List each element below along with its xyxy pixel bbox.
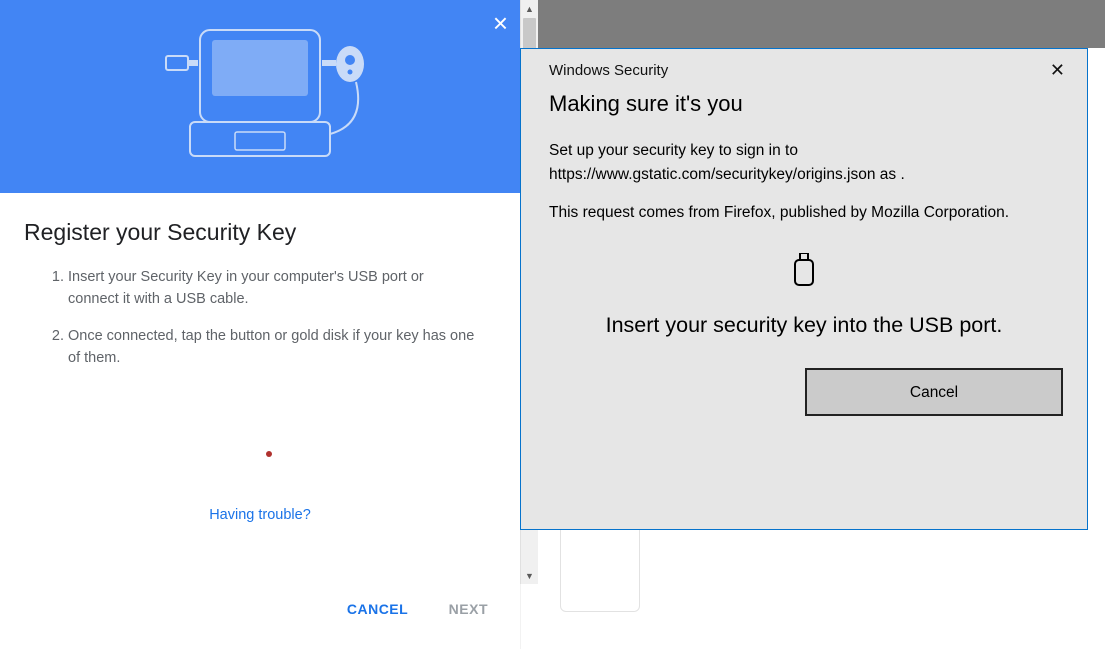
scrollbar-down-icon[interactable]: ▼ bbox=[521, 567, 538, 584]
windows-security-prompt: Insert your security key into the USB po… bbox=[521, 292, 1087, 340]
instruction-list: Insert your Security Key in your compute… bbox=[24, 266, 496, 370]
instruction-step-1: Insert your Security Key in your compute… bbox=[68, 266, 478, 311]
windows-security-heading: Making sure it's you bbox=[521, 81, 1087, 117]
usb-key-icon bbox=[521, 225, 1087, 292]
scrollbar-up-icon[interactable]: ▲ bbox=[521, 0, 538, 17]
dialog-footer: CANCEL NEXT bbox=[0, 575, 520, 649]
windows-cancel-button[interactable]: Cancel bbox=[805, 368, 1063, 416]
windows-security-dialog: Windows Security ✕ Making sure it's you … bbox=[520, 48, 1088, 530]
cancel-button[interactable]: CANCEL bbox=[335, 593, 420, 625]
dialog-title: Register your Security Key bbox=[24, 219, 496, 246]
hero-banner: × bbox=[0, 0, 520, 193]
close-icon[interactable]: ✕ bbox=[1046, 59, 1069, 81]
loading-spinner bbox=[266, 451, 272, 457]
next-button[interactable]: NEXT bbox=[437, 593, 500, 625]
laptop-key-illustration bbox=[130, 24, 390, 174]
close-icon[interactable]: × bbox=[493, 10, 508, 36]
instruction-step-2: Once connected, tap the button or gold d… bbox=[68, 325, 478, 370]
register-security-key-dialog: × Register your Security bbox=[0, 0, 520, 649]
windows-security-title: Windows Security bbox=[549, 62, 668, 79]
having-trouble-link[interactable]: Having trouble? bbox=[0, 507, 520, 523]
windows-security-body-1: Set up your security key to sign in to h… bbox=[521, 117, 1087, 187]
windows-security-body-2: This request comes from Firefox, publish… bbox=[521, 187, 1087, 225]
background-dark-band bbox=[520, 0, 1105, 48]
